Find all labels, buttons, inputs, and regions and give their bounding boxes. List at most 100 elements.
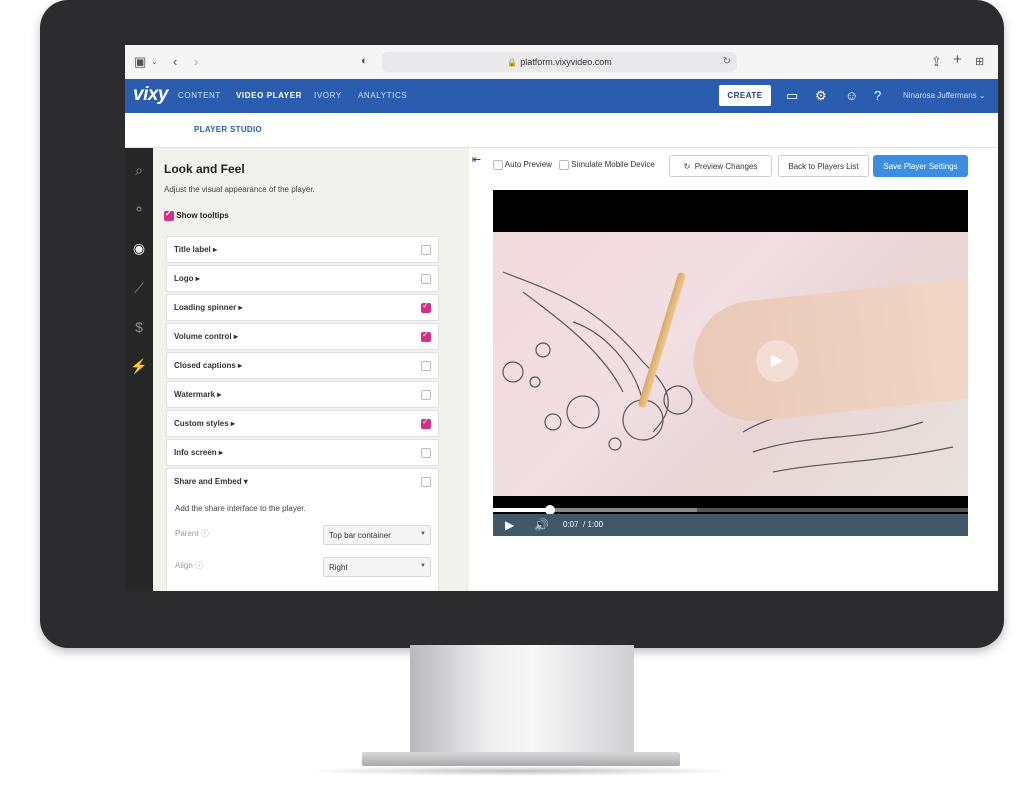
option-label: Watermark ▸ (174, 390, 222, 399)
folder-icon[interactable]: ▭ (786, 88, 798, 104)
duration: / 1:00 (583, 520, 604, 529)
video-player[interactable]: ▶ ▶ 🔊 0:07 / 1:00 (493, 190, 968, 536)
simulate-mobile-checkbox[interactable] (559, 160, 569, 170)
plugin-icon[interactable]: ⚡ (125, 358, 153, 375)
option-watermark[interactable]: Watermark ▸ (166, 381, 439, 408)
panel-title: Look and Feel (164, 162, 245, 176)
parent-select-value: Top bar container (329, 531, 391, 540)
option-label: Volume control ▸ (174, 332, 238, 341)
monitor-shadow (300, 766, 740, 776)
eye-icon[interactable]: ◉ (125, 240, 153, 257)
parent-label: Parent ⓘ (175, 529, 209, 538)
look-and-feel-panel: Look and Feel Adjust the visual appearan… (153, 148, 469, 591)
play-overlay-icon[interactable]: ▶ (756, 340, 798, 382)
palette-icon[interactable]: ⚬ (125, 201, 153, 218)
option-label: Loading spinner ▸ (174, 303, 243, 312)
option-volume-control[interactable]: Volume control ▸ (166, 323, 439, 350)
option-checkbox[interactable] (421, 330, 431, 342)
info-icon: ⓘ (200, 529, 209, 538)
user-icon[interactable]: ☺ (845, 88, 858, 103)
sub-navigation: PLAYER STUDIO (125, 113, 998, 148)
nav-analytics[interactable]: ANALYTICS (358, 91, 407, 100)
dollar-icon[interactable]: $ (125, 319, 153, 335)
nav-content[interactable]: CONTENT (178, 91, 221, 100)
tab-grid-icon[interactable]: ⊞ (975, 55, 984, 68)
chevron-down-icon: ▼ (420, 531, 426, 537)
option-closed-captions[interactable]: Closed captions ▸ (166, 352, 439, 379)
option-checkbox[interactable] (421, 301, 431, 313)
option-checkbox[interactable] (421, 417, 431, 429)
video-frame[interactable]: ▶ (493, 232, 968, 496)
chevron-down-icon: ⌄ (978, 91, 986, 100)
save-player-settings-button[interactable]: Save Player Settings (873, 155, 968, 177)
option-label: Title label ▸ (174, 245, 217, 254)
option-custom-styles[interactable]: Custom styles ▸ (166, 410, 439, 437)
info-icon: ⓘ (195, 561, 204, 570)
preview-changes-label: Preview Changes (694, 161, 758, 171)
app-header: vixy CONTENT VIDEO PLAYER IVORY ANALYTIC… (125, 79, 998, 113)
option-checkbox[interactable] (421, 448, 431, 458)
option-logo[interactable]: Logo ▸ (166, 265, 439, 292)
time-display: 0:07 / 1:00 (563, 520, 603, 529)
new-tab-icon[interactable]: + (953, 51, 962, 68)
player-controls: ▶ 🔊 0:07 / 1:00 (493, 514, 968, 536)
option-checkbox[interactable] (421, 390, 431, 400)
progress-played (493, 508, 550, 512)
forward-arrow-icon[interactable]: › (194, 54, 198, 69)
preview-changes-button[interactable]: ↻ Preview Changes (669, 155, 772, 177)
nav-ivory[interactable]: IVORY (314, 91, 342, 100)
vixy-logo[interactable]: vixy (133, 84, 168, 106)
option-loading-spinner[interactable]: Loading spinner ▸ (166, 294, 439, 321)
shield-icon[interactable]: ◐ (361, 55, 368, 67)
monitor-bezel: ▣ ⌄ ‹ › ◐ 🔒 platform.vixyvideo.com ↻ ⇪ + … (40, 0, 1004, 648)
option-checkbox[interactable] (421, 361, 431, 371)
play-icon[interactable]: ▶ (505, 518, 514, 532)
option-label: Custom styles ▸ (174, 419, 235, 428)
auto-preview-option[interactable]: Auto Preview (493, 160, 552, 170)
option-checkbox[interactable] (421, 245, 431, 255)
share-embed-settings: Add the share interface to the player. P… (166, 490, 439, 591)
tool-sidebar: ⌕ ⚬ ◉ ⟋ $ ⚡ (125, 148, 153, 591)
option-title-label[interactable]: Title label ▸ (166, 236, 439, 263)
url-text: platform.vixyvideo.com (520, 57, 612, 67)
align-label: Align ⓘ (175, 561, 204, 570)
tab-player-studio[interactable]: PLAYER STUDIO (194, 125, 262, 134)
create-button[interactable]: CREATE (719, 85, 771, 106)
volume-icon[interactable]: 🔊 (534, 518, 549, 532)
align-select[interactable]: Right ▼ (323, 557, 431, 577)
search-icon[interactable]: ⌕ (125, 162, 153, 179)
progress-bar[interactable] (493, 505, 968, 515)
refresh-icon: ↻ (683, 161, 691, 171)
gear-icon[interactable]: ⚙ (815, 88, 827, 104)
panel-subtitle: Adjust the visual appearance of the play… (164, 185, 315, 194)
parent-select[interactable]: Top bar container ▼ (323, 525, 431, 545)
simulate-mobile-option[interactable]: Simulate Mobile Device (559, 160, 655, 170)
collapse-panel-icon[interactable]: ⇤ (469, 148, 484, 172)
option-label: Logo ▸ (174, 274, 200, 283)
chevron-down-icon[interactable]: ⌄ (151, 57, 158, 66)
address-bar[interactable]: 🔒 platform.vixyvideo.com ↻ (382, 52, 737, 72)
preview-area: Auto Preview Simulate Mobile Device ↻ Pr… (484, 148, 998, 591)
user-menu[interactable]: Ninarosa Juffermans ⌄ (903, 91, 986, 100)
chevron-down-icon: ▼ (420, 563, 426, 569)
show-tooltips-option[interactable]: Show tooltips (164, 209, 229, 221)
screen: ▣ ⌄ ‹ › ◐ 🔒 platform.vixyvideo.com ↻ ⇪ + … (125, 45, 998, 591)
share-icon[interactable]: ⇪ (931, 54, 942, 70)
sidebar-toggle-icon[interactable]: ▣ (134, 54, 146, 70)
chart-icon[interactable]: ⟋ (125, 280, 153, 297)
reload-icon[interactable]: ↻ (723, 52, 731, 72)
option-checkbox[interactable] (421, 477, 431, 487)
option-label: Share and Embed ▾ (174, 477, 248, 486)
option-checkbox[interactable] (421, 274, 431, 284)
show-tooltips-checkbox[interactable] (164, 209, 174, 221)
auto-preview-label: Auto Preview (504, 160, 552, 170)
simulate-mobile-label: Simulate Mobile Device (571, 160, 655, 170)
back-arrow-icon[interactable]: ‹ (173, 54, 177, 69)
auto-preview-checkbox[interactable] (493, 160, 503, 170)
help-icon[interactable]: ? (874, 88, 881, 103)
lock-icon: 🔒 (507, 58, 518, 67)
option-info-screen[interactable]: Info screen ▸ (166, 439, 439, 466)
back-to-players-button[interactable]: Back to Players List (778, 155, 869, 177)
monitor-stand (410, 645, 634, 757)
nav-video-player[interactable]: VIDEO PLAYER (236, 91, 302, 100)
